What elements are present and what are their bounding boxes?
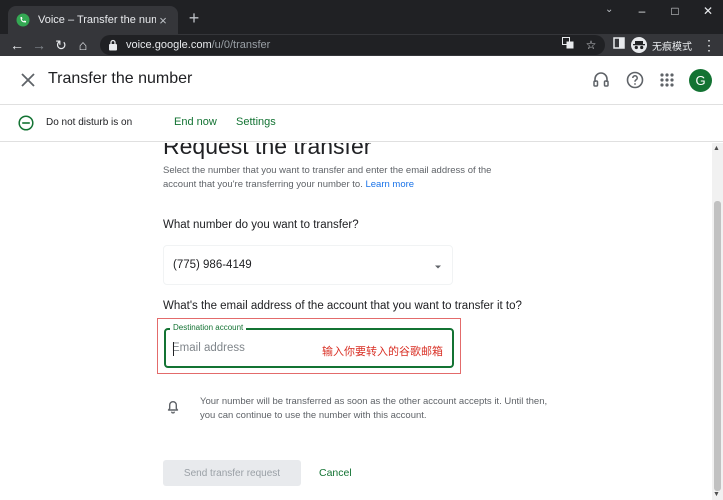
- section-heading: Request the transfer: [163, 143, 372, 159]
- home-icon[interactable]: ⌂: [74, 36, 92, 54]
- incognito-icon: [631, 37, 647, 53]
- apps-icon[interactable]: [657, 70, 677, 90]
- scrollbar[interactable]: ▲ ▼: [712, 143, 723, 500]
- bell-icon: [165, 398, 181, 414]
- url-host: voice.google.com: [126, 39, 212, 51]
- scroll-up-icon[interactable]: ▲: [713, 145, 720, 152]
- tab-search-icon[interactable]: ⌄: [605, 4, 613, 15]
- tab-title: Voice – Transfer the number: [38, 14, 156, 26]
- dnd-banner: Do not disturb is on End now Settings: [0, 104, 723, 142]
- dropdown-caret-icon: [433, 259, 443, 269]
- send-transfer-request-button[interactable]: Send transfer request: [163, 460, 301, 486]
- browser-tabbar: Voice – Transfer the number × + ⌄ – □ ✕: [0, 0, 723, 34]
- sidepanel-icon[interactable]: [610, 36, 628, 54]
- more-vert-icon[interactable]: ⋮: [702, 36, 716, 54]
- page-title: Transfer the number: [48, 70, 193, 87]
- annotation-text: 输入你要转入的谷歌邮箱: [322, 346, 443, 358]
- main-content: Request the transfer Select the number t…: [0, 143, 712, 500]
- incognito-label: 无痕模式: [652, 41, 692, 53]
- cancel-button[interactable]: Cancel: [315, 460, 356, 486]
- avatar[interactable]: G: [689, 69, 712, 92]
- browser-tab[interactable]: Voice – Transfer the number ×: [8, 6, 178, 34]
- headset-icon[interactable]: [591, 70, 611, 90]
- text-cursor: [173, 342, 174, 356]
- window-close-button[interactable]: ✕: [693, 2, 723, 20]
- number-select[interactable]: (775) 986-4149: [163, 245, 453, 285]
- learn-more-link[interactable]: Learn more: [365, 179, 414, 190]
- email-input[interactable]: [172, 339, 312, 357]
- star-icon[interactable]: ☆: [582, 36, 600, 54]
- browser-toolbar: ← → ↻ ⌂ voice.google.com/u/0/transfer ☆ …: [0, 34, 723, 56]
- url-path: /u/0/transfer: [211, 39, 271, 51]
- forward-icon[interactable]: →: [30, 36, 48, 54]
- help-icon[interactable]: [625, 70, 645, 90]
- description-text: Select the number that you want to trans…: [163, 165, 492, 190]
- address-bar[interactable]: voice.google.com/u/0/transfer: [100, 35, 605, 55]
- close-icon[interactable]: [18, 70, 38, 90]
- reload-icon[interactable]: ↻: [52, 36, 70, 54]
- incognito-indicator[interactable]: 无痕模式: [631, 35, 692, 55]
- translate-icon[interactable]: [559, 36, 577, 54]
- transfer-notice: Your number will be transferred as soon …: [200, 396, 548, 421]
- description: Select the number that you want to trans…: [163, 164, 523, 192]
- new-tab-button[interactable]: +: [184, 8, 204, 28]
- minimize-button[interactable]: –: [627, 2, 657, 20]
- settings-link[interactable]: Settings: [236, 116, 276, 128]
- voice-favicon: [16, 13, 30, 27]
- destination-account-field[interactable]: Destination account 输入你要转入的谷歌邮箱: [164, 323, 454, 368]
- number-question: What number do you want to transfer?: [163, 219, 359, 231]
- tab-close-icon[interactable]: ×: [156, 13, 170, 28]
- app-header: Transfer the number G: [0, 56, 723, 104]
- back-icon[interactable]: ←: [8, 36, 26, 54]
- dnd-status: Do not disturb is on: [46, 117, 133, 128]
- dnd-icon: [18, 115, 34, 131]
- url-text: voice.google.com/u/0/transfer: [126, 39, 270, 51]
- end-now-link[interactable]: End now: [174, 116, 217, 128]
- destination-label: Destination account: [170, 323, 247, 332]
- lock-icon[interactable]: [108, 39, 120, 51]
- scroll-down-icon[interactable]: ▼: [713, 491, 720, 498]
- maximize-button[interactable]: □: [660, 2, 690, 20]
- scrollbar-thumb[interactable]: [714, 201, 721, 491]
- email-question: What's the email address of the account …: [163, 300, 522, 312]
- selected-number: (775) 986-4149: [173, 259, 252, 271]
